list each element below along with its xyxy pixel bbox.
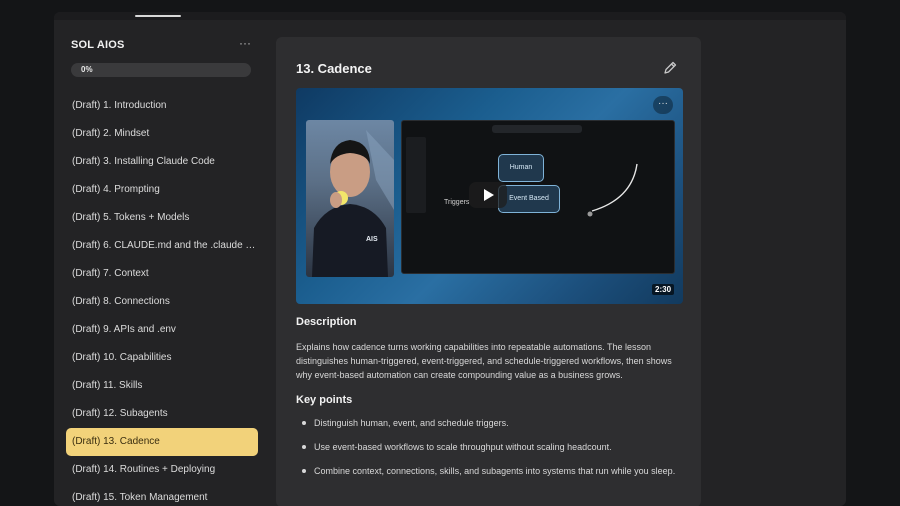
node-human: Human [498,154,544,182]
lesson-item[interactable]: (Draft) 9. APIs and .env [66,316,258,344]
lesson-item[interactable]: (Draft) 7. Context [66,260,258,288]
node-event-based: Event Based [498,185,560,213]
lesson-item[interactable]: (Draft) 15. Token Management [66,484,258,506]
lesson-item[interactable]: (Draft) 10. Capabilities [66,344,258,372]
course-progress-bar: 0% [71,63,251,77]
curve-annotation [587,163,638,217]
more-options-button[interactable]: ··· [237,36,253,50]
lesson-item[interactable]: (Draft) 4. Prompting [66,176,258,204]
video-player[interactable]: ··· AIS Human Event Based Triggers 2:30 [296,88,683,304]
active-tab-indicator [135,15,181,17]
lesson-title: 13. Cadence [296,61,372,76]
video-duration: 2:30 [652,284,675,295]
play-button[interactable] [469,182,507,208]
screen-share: Human Event Based Triggers [401,120,675,274]
lesson-item[interactable]: (Draft) 14. Routines + Deploying [66,456,258,484]
course-title: SOL AIOS [71,39,125,51]
video-menu-button[interactable]: ··· [653,96,673,114]
lesson-card: 13. Cadence ··· AIS Human Event Based Tr… [276,37,701,506]
lesson-list: (Draft) 1. Introduction (Draft) 2. Minds… [66,92,258,506]
lesson-item[interactable]: (Draft) 11. Skills [66,372,258,400]
app-window: SOL AIOS ··· 0% (Draft) 1. Introduction … [54,12,846,506]
key-points-list: Distinguish human, event, and schedule t… [302,416,692,488]
description-text: Explains how cadence turns working capab… [296,342,672,380]
edit-pencil-icon[interactable] [662,60,678,76]
progress-label: 0% [81,65,93,74]
canvas-toolbar [492,125,582,133]
key-point-item: Distinguish human, event, and schedule t… [302,416,692,430]
key-point-item: Use event-based workflows to scale throu… [302,440,692,454]
lesson-item[interactable]: (Draft) 1. Introduction [66,92,258,120]
top-bar [54,12,846,20]
lesson-item[interactable]: (Draft) 8. Connections [66,288,258,316]
description-heading: Description [296,316,357,328]
lesson-item[interactable]: (Draft) 3. Installing Claude Code [66,148,258,176]
course-sidebar: SOL AIOS ··· 0% (Draft) 1. Introduction … [54,20,268,506]
key-points-heading: Key points [296,394,353,406]
shirt-logo: AIS [366,236,378,243]
presenter-webcam: AIS [306,120,394,277]
lesson-item[interactable]: (Draft) 2. Mindset [66,120,258,148]
lesson-item[interactable]: (Draft) 6. CLAUDE.md and the .claude Fol… [66,232,258,260]
canvas-side-panel [406,137,426,213]
triggers-label: Triggers [444,199,470,206]
key-point-item: Combine context, connections, skills, an… [302,464,692,478]
lesson-item-active[interactable]: (Draft) 13. Cadence [66,428,258,456]
lesson-item[interactable]: (Draft) 5. Tokens + Models [66,204,258,232]
lesson-item[interactable]: (Draft) 12. Subagents [66,400,258,428]
